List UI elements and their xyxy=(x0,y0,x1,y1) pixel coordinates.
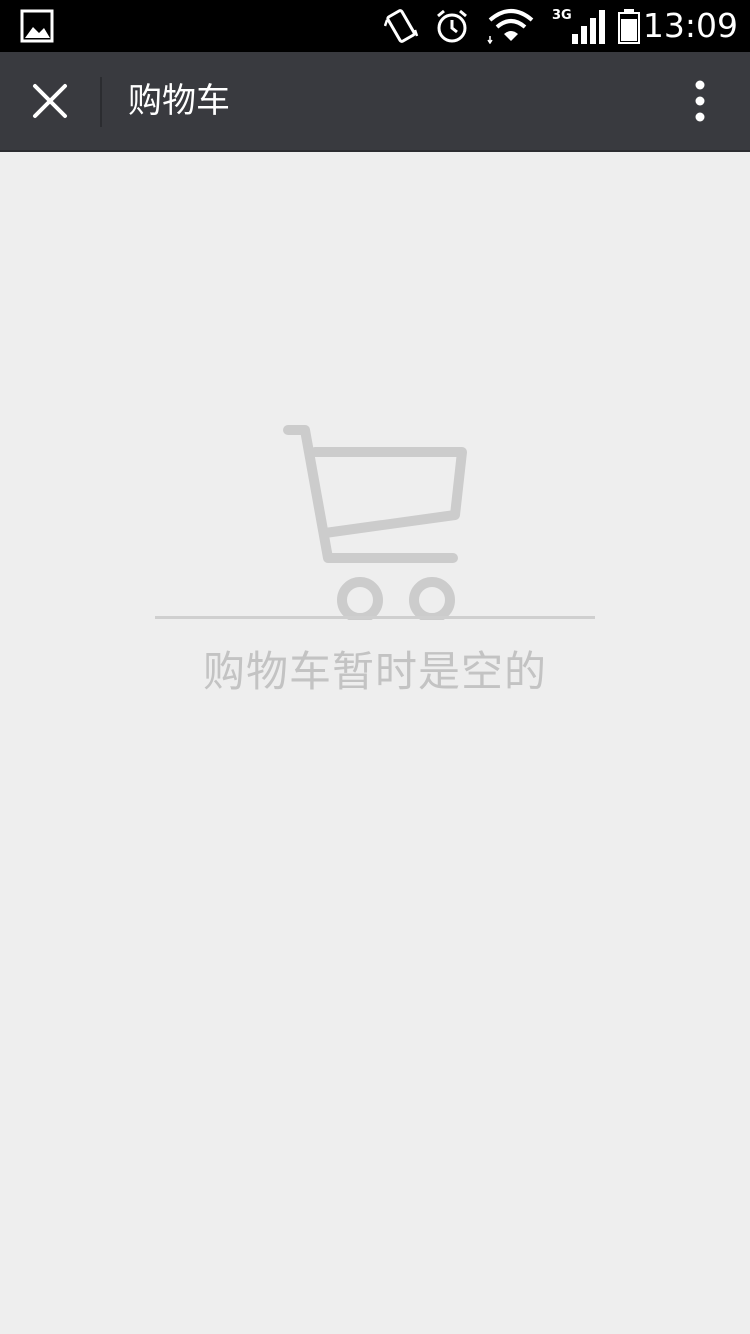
battery-icon xyxy=(616,0,642,52)
wifi-icon xyxy=(486,0,536,52)
image-notification-icon xyxy=(20,0,54,52)
status-time: 13:09 xyxy=(642,6,738,45)
close-icon xyxy=(33,84,67,118)
status-bar: 3G 13:09 xyxy=(0,0,750,52)
more-options-button[interactable] xyxy=(668,52,732,150)
shopping-cart-icon xyxy=(283,425,467,620)
vibrate-icon xyxy=(384,0,420,52)
alarm-icon xyxy=(434,0,470,52)
network-type-label: 3G xyxy=(552,8,572,23)
signal-icon: 3G xyxy=(552,0,608,52)
empty-state-divider xyxy=(155,616,595,619)
app-bar: 购物车 xyxy=(0,52,750,152)
app-bar-divider xyxy=(100,77,102,127)
close-button[interactable] xyxy=(0,52,100,150)
page-title: 购物车 xyxy=(128,81,230,121)
empty-cart-message: 购物车暂时是空的 xyxy=(202,647,547,696)
more-vertical-icon xyxy=(695,80,705,122)
